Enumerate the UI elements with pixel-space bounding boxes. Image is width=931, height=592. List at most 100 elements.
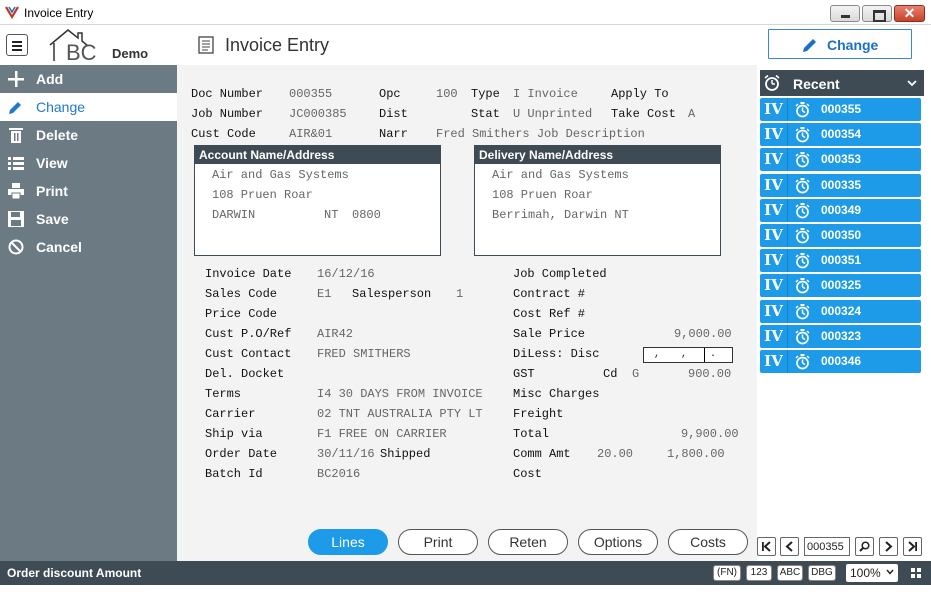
- account-line2[interactable]: 108 Pruen Roar: [212, 188, 313, 202]
- sidebar-item-view[interactable]: View: [0, 149, 177, 177]
- recent-item[interactable]: IV 000324: [760, 299, 921, 323]
- invoice-form: Doc Number 000355 Opc 100 Type I Invoice…: [177, 65, 757, 561]
- invoice-date-field[interactable]: 16/12/16: [317, 267, 375, 281]
- sidebar-item-label: Delete: [36, 127, 79, 143]
- take-cost-field[interactable]: A: [688, 107, 695, 121]
- sidebar-item-cancel[interactable]: Cancel: [0, 233, 177, 261]
- first-icon: [762, 541, 771, 552]
- next-record-button[interactable]: [879, 537, 898, 556]
- recent-panel: Recent IV 000355 IV 000354 IV 000353 IV 000335 I…: [757, 65, 931, 561]
- sidebar-item-print[interactable]: Print: [0, 177, 177, 205]
- invoice-type-label: IV: [760, 224, 788, 247]
- previous-record-button[interactable]: [780, 537, 799, 556]
- delivery-line3[interactable]: Berrimah, Darwin NT: [492, 208, 629, 222]
- delivery-line1[interactable]: Air and Gas Systems: [492, 168, 629, 182]
- recent-item[interactable]: IV 000325: [760, 274, 921, 298]
- stopwatch-icon: [795, 127, 810, 143]
- recent-item[interactable]: IV 000353: [760, 148, 921, 172]
- recent-item-number: 000351: [821, 253, 862, 268]
- minimize-button[interactable]: [830, 5, 860, 22]
- cust-po-field[interactable]: AIR42: [317, 327, 353, 341]
- stopwatch-icon: [795, 202, 810, 219]
- last-icon: [908, 541, 917, 552]
- recent-item[interactable]: IV 000354: [760, 123, 921, 147]
- zoom-select[interactable]: 100%: [846, 564, 898, 582]
- delivery-panel-title: Delivery Name/Address: [475, 146, 720, 164]
- recent-item[interactable]: IV 000346: [760, 350, 921, 373]
- last-record-button[interactable]: [903, 537, 922, 556]
- del-docket-label: Del. Docket: [205, 367, 285, 381]
- recent-item-number: 000323: [821, 328, 862, 343]
- recent-item[interactable]: IV 000323: [760, 324, 921, 348]
- comm-amt-field[interactable]: 1,800.00: [667, 447, 725, 461]
- tab-reten[interactable]: Reten: [488, 529, 568, 555]
- narr-field[interactable]: Fred Smithers Job Description: [436, 127, 645, 141]
- cost-label: Cost: [513, 467, 542, 481]
- invoice-type-label: IV: [760, 148, 788, 172]
- chevron-down-icon: [907, 80, 917, 87]
- order-date-field[interactable]: 30/11/16: [317, 447, 375, 461]
- sidebar-item-add[interactable]: Add: [0, 65, 177, 93]
- account-line1[interactable]: Air and Gas Systems: [212, 168, 349, 182]
- alpha-badge[interactable]: ABC: [777, 565, 803, 581]
- maximize-button[interactable]: [862, 5, 892, 22]
- carrier-field[interactable]: 02 TNT AUSTRALIA PTY LT: [317, 407, 483, 421]
- comm-rate-field[interactable]: 20.00: [597, 447, 633, 461]
- search-button[interactable]: [855, 537, 874, 556]
- salesperson-field[interactable]: 1: [456, 287, 463, 301]
- tab-costs[interactable]: Costs: [668, 529, 748, 555]
- sales-code-field[interactable]: E1: [317, 287, 331, 301]
- tab-options[interactable]: Options: [578, 529, 658, 555]
- sidebar-item-change[interactable]: Change: [0, 93, 177, 121]
- recent-item-number: 000324: [821, 303, 862, 318]
- tab-lines[interactable]: Lines: [308, 529, 388, 555]
- terms-field[interactable]: I4 30 DAYS FROM INVOICE: [317, 387, 483, 401]
- recent-item[interactable]: IV 000355: [760, 98, 921, 121]
- debug-badge[interactable]: DBG: [808, 565, 836, 581]
- close-button[interactable]: ✕: [894, 5, 925, 22]
- cust-contact-field[interactable]: FRED SMITHERS: [317, 347, 411, 361]
- cd-field[interactable]: G: [632, 367, 639, 381]
- recent-item[interactable]: IV 000335: [760, 173, 921, 197]
- ship-via-field[interactable]: F1 FREE ON CARRIER: [317, 427, 447, 441]
- account-postcode[interactable]: 0800: [352, 208, 381, 222]
- recent-item[interactable]: IV 000350: [760, 224, 921, 247]
- invoice-type-label: IV: [760, 249, 788, 273]
- job-number-field[interactable]: JC000385: [289, 107, 347, 121]
- minimize-icon: [831, 6, 859, 21]
- discount-input[interactable]: ,,.: [643, 347, 733, 363]
- company-logo: BC: [49, 29, 97, 63]
- chevron-down-icon: [886, 569, 894, 575]
- recent-header[interactable]: Recent: [760, 70, 924, 96]
- first-record-button[interactable]: [757, 537, 776, 556]
- delivery-line2[interactable]: 108 Pruen Roar: [492, 188, 593, 202]
- change-button[interactable]: Change: [768, 29, 912, 59]
- recent-item[interactable]: IV 000351: [760, 249, 921, 273]
- total-field[interactable]: 9,900.00: [681, 427, 739, 441]
- recent-item[interactable]: IV 000349: [760, 198, 921, 222]
- stopwatch-icon: [795, 102, 810, 118]
- menu-button[interactable]: [6, 34, 28, 56]
- batch-id-field[interactable]: BC2016: [317, 467, 360, 481]
- comm-amt-label: Comm Amt: [513, 447, 571, 461]
- tab-print[interactable]: Print: [398, 529, 478, 555]
- account-city[interactable]: DARWIN: [212, 208, 255, 222]
- freight-label: Freight: [513, 407, 564, 421]
- cust-code-field[interactable]: AIR&01: [289, 127, 332, 141]
- grid-icon[interactable]: [910, 567, 922, 579]
- doc-number-field[interactable]: 000355: [289, 87, 332, 101]
- type-field[interactable]: I Invoice: [513, 87, 578, 101]
- sidebar-item-label: Add: [36, 71, 64, 87]
- stat-field[interactable]: U Unprinted: [513, 107, 592, 121]
- opc-field[interactable]: 100: [436, 87, 458, 101]
- floppy-icon: [8, 211, 24, 227]
- record-number-input[interactable]: 000355: [804, 537, 850, 556]
- sale-price-field[interactable]: 9,000.00: [674, 327, 732, 341]
- numeric-badge[interactable]: 123: [746, 565, 772, 581]
- gst-field[interactable]: 900.00: [688, 367, 731, 381]
- sidebar-item-save[interactable]: Save: [0, 205, 177, 233]
- fn-badge[interactable]: (FN): [713, 565, 741, 581]
- sidebar-item-delete[interactable]: Delete: [0, 121, 177, 149]
- account-state[interactable]: NT: [324, 208, 338, 222]
- account-panel-title: Account Name/Address: [195, 146, 440, 164]
